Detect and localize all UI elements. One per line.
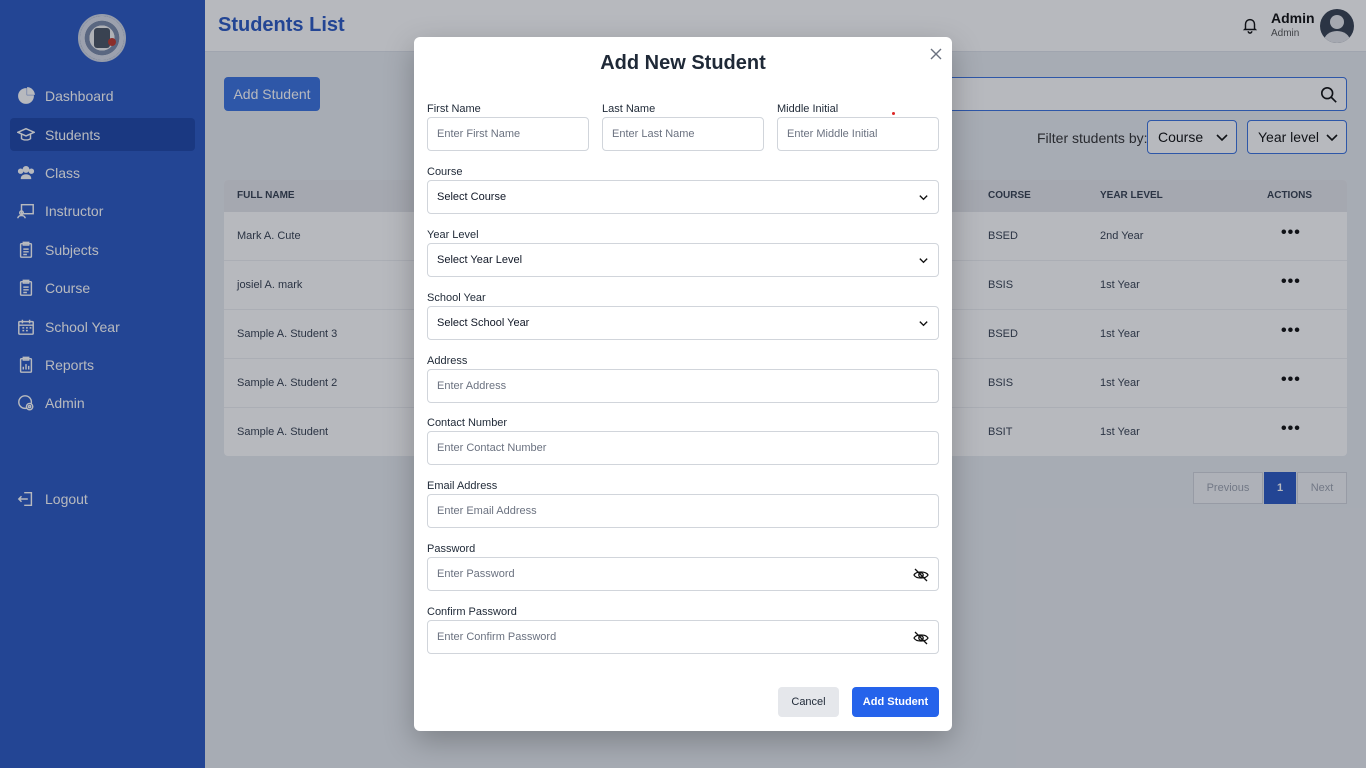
address-field[interactable]: Enter Address xyxy=(427,369,939,403)
school-year-label: School Year xyxy=(427,292,486,304)
confirm-password-field[interactable]: Enter Confirm Password xyxy=(427,620,939,654)
course-select[interactable]: Select Course xyxy=(427,180,939,214)
chevron-down-icon xyxy=(919,321,928,327)
password-field[interactable]: Enter Password xyxy=(427,557,939,591)
first-name-label: First Name xyxy=(427,103,481,115)
confirm-password-label: Confirm Password xyxy=(427,606,517,618)
password-placeholder: Enter Password xyxy=(437,568,515,580)
middle-initial-label: Middle Initial xyxy=(777,103,839,115)
modal-title: Add New Student xyxy=(600,52,766,74)
add-student-submit-button[interactable]: Add Student xyxy=(852,687,939,717)
course-select-value: Select Course xyxy=(437,191,507,203)
chevron-down-icon xyxy=(919,195,928,201)
cancel-button[interactable]: Cancel xyxy=(778,687,839,717)
middle-initial-field[interactable]: Enter Middle Initial xyxy=(777,117,939,151)
course-label: Course xyxy=(427,166,463,178)
eye-off-icon[interactable] xyxy=(913,567,929,583)
year-level-select[interactable]: Select Year Level xyxy=(427,243,939,277)
last-name-field[interactable]: Enter Last Name xyxy=(602,117,764,151)
school-year-select[interactable]: Select School Year xyxy=(427,306,939,340)
first-name-field[interactable]: Enter First Name xyxy=(427,117,589,151)
year-level-select-value: Select Year Level xyxy=(437,254,523,266)
add-student-modal: Add New Student First Name Enter First N… xyxy=(414,37,952,731)
school-year-select-value: Select School Year xyxy=(437,317,530,329)
email-label: Email Address xyxy=(427,480,498,492)
last-name-label: Last Name xyxy=(602,103,656,115)
contact-number-label: Contact Number xyxy=(427,417,508,429)
chevron-down-icon xyxy=(919,258,928,264)
year-level-label: Year Level xyxy=(427,229,479,241)
email-field[interactable]: Enter Email Address xyxy=(427,494,939,528)
confirm-password-placeholder: Enter Confirm Password xyxy=(437,631,557,643)
address-label: Address xyxy=(427,355,468,367)
eye-off-icon[interactable] xyxy=(913,630,929,646)
close-icon[interactable] xyxy=(929,47,943,61)
password-label: Password xyxy=(427,543,476,555)
required-indicator xyxy=(892,112,895,115)
contact-number-field[interactable]: Enter Contact Number xyxy=(427,431,939,465)
